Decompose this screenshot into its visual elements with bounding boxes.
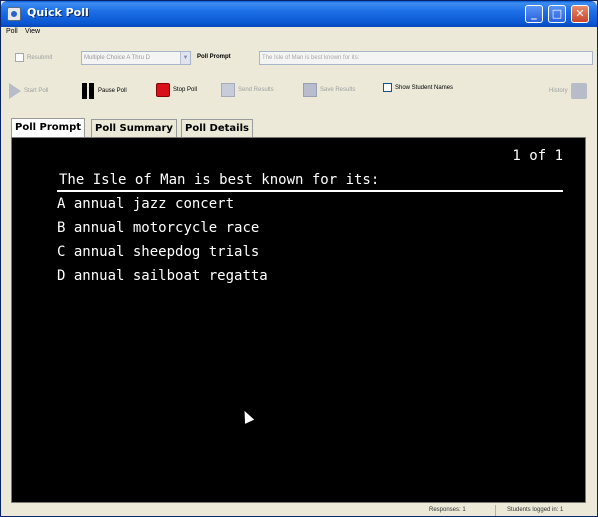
question-text: The Isle of Man is best known for its: [59,172,380,188]
tab-poll-details[interactable]: Poll Details [181,119,253,137]
option-d: D annual sailboat regatta [57,268,268,284]
send-results-label: Send Results [238,87,274,93]
close-icon[interactable]: ✕ [571,5,589,23]
save-results-button[interactable]: Save Results [303,83,355,97]
toolbar: Start Poll Pause Poll Stop Poll Send Res… [1,77,597,107]
status-divider [495,505,496,516]
resubmit-check-box[interactable] [15,53,24,62]
send-results-icon [221,83,235,97]
stop-poll-label: Stop Poll [173,87,198,93]
menu-view[interactable]: View [25,28,40,35]
window-title: Quick Poll [27,6,89,19]
option-letter: B [57,220,66,236]
option-c: C annual sheepdog trials [57,244,259,260]
option-text: annual motorcycle race [73,220,260,236]
menu-poll[interactable]: Poll [6,28,18,35]
page-counter: 1 of 1 [512,148,563,164]
start-poll-label: Start Poll [24,88,49,94]
quick-poll-window: Quick Poll _ □ ✕ Poll View Resubmit Mult… [0,0,598,517]
save-icon [303,83,317,97]
stop-icon [156,83,170,97]
play-icon [9,83,21,99]
tab-poll-prompt[interactable]: Poll Prompt [11,118,86,137]
title-bar[interactable]: Quick Poll _ □ ✕ [1,1,597,27]
poll-prompt-panel: 1 of 1 The Isle of Man is best known for… [11,137,586,503]
option-letter: C [57,244,66,260]
send-results-button[interactable]: Send Results [221,83,274,97]
history-button[interactable]: History [549,83,587,99]
app-icon [7,7,21,21]
save-results-label: Save Results [320,87,356,93]
history-icon [570,83,587,99]
show-student-names-check-box[interactable] [383,83,392,92]
stop-poll-button[interactable]: Stop Poll [156,83,197,97]
option-text: annual jazz concert [73,196,235,212]
show-student-names-label: Show Student Names [395,84,454,91]
option-a: A annual jazz concert [57,196,234,212]
pause-poll-button[interactable]: Pause Poll [81,83,127,99]
start-poll-button[interactable]: Start Poll [9,83,48,99]
option-text: annual sheepdog trials [73,244,260,260]
status-bar: Responses: 1 Students logged in: 1 [1,503,597,516]
show-student-names-checkbox[interactable]: Show Student Names [383,83,453,92]
option-b: B annual motorcycle race [57,220,259,236]
pause-poll-label: Pause Poll [98,88,127,94]
history-label: History [549,88,568,94]
tab-poll-summary[interactable]: Poll Summary [91,119,177,137]
menu-bar: Poll View [1,27,597,40]
option-letter: A [57,196,66,212]
question-type-value: Multiple Choice A Thru D [84,55,150,61]
option-text: annual sailboat regatta [73,268,268,284]
maximize-icon[interactable]: □ [548,5,566,23]
question-underline [57,190,563,192]
question-type-select[interactable]: Multiple Choice A Thru D ▼ [81,51,191,65]
poll-prompt-label: Poll Prompt [197,54,231,60]
question-settings-row: Resubmit Multiple Choice A Thru D ▼ Poll… [1,42,597,74]
chevron-down-icon[interactable]: ▼ [180,52,190,64]
minimize-icon[interactable]: _ [525,5,543,23]
responses-count: Responses: 1 [429,507,466,513]
students-logged-in: Students logged in: 1 [507,507,564,513]
poll-prompt-input[interactable]: The Isle of Man is best known for its: [259,51,593,65]
pause-icon [81,83,95,99]
resubmit-checkbox[interactable]: Resubmit [15,53,52,62]
option-letter: D [57,268,66,284]
resubmit-label: Resubmit [27,54,53,61]
